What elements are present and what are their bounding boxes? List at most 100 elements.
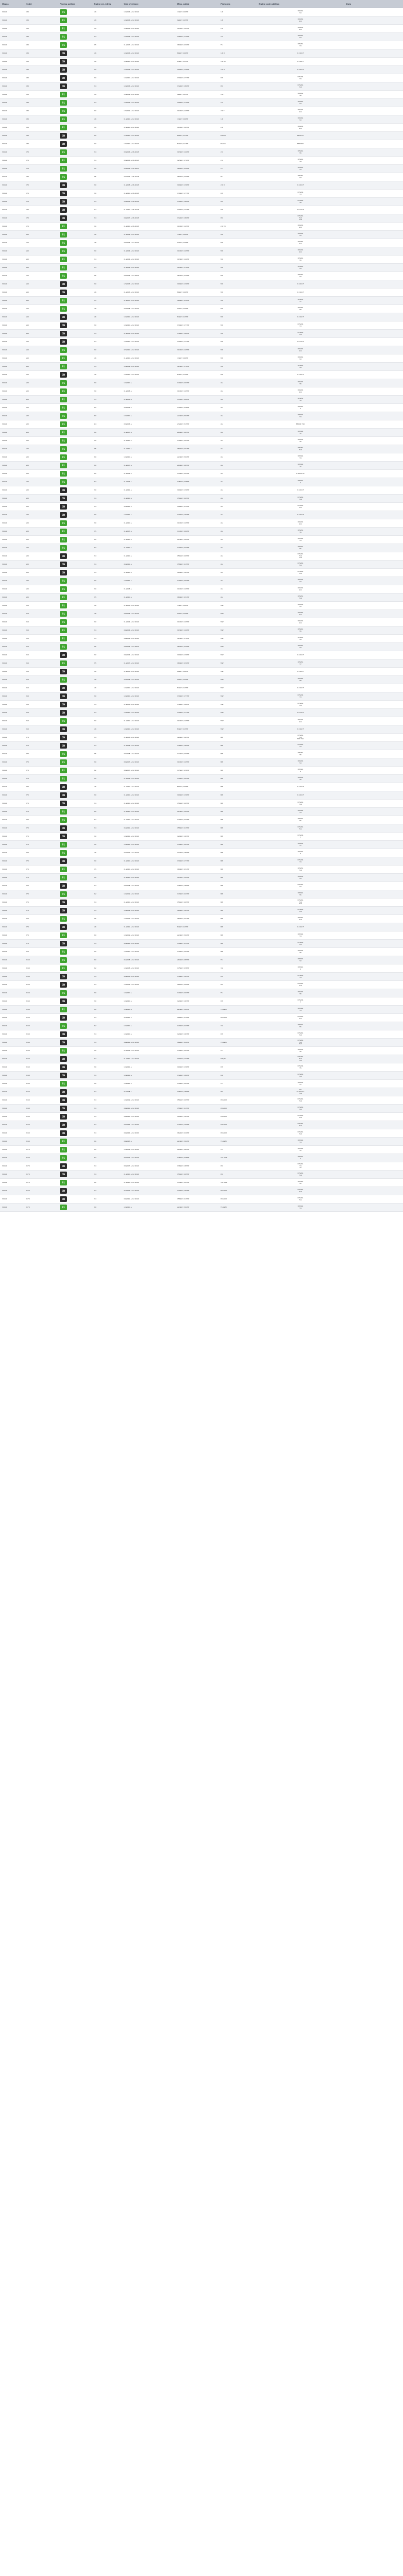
cell-platform: AS (219, 428, 257, 437)
engine-code-line: S11 (299, 588, 302, 591)
cell-date (344, 651, 403, 659)
cell-power: 132kW / 180HP (175, 329, 219, 338)
cell-model: V70 (24, 799, 58, 808)
cell-date (344, 272, 403, 280)
cell-year: 01.2009 → 12.2012 (122, 774, 175, 783)
pin-badge-green-icon: P1 (60, 125, 67, 130)
cell-year: 10.2006 → 12.2012 (122, 82, 175, 91)
cell-engine-volume: 2.4 (92, 741, 122, 750)
cell-engine-volume: 2.4 (92, 1112, 122, 1121)
cell-model: S80 (24, 568, 58, 577)
cell-engine-code: B 4164 S3 (257, 354, 344, 363)
cell-engine-volume: 2.4 (92, 626, 122, 635)
pin-badge-dark-icon: CN (60, 1015, 67, 1021)
cell-power: 149kW / 203HP (175, 989, 219, 997)
cell-platform: T5 (219, 164, 257, 173)
cell-date (344, 214, 403, 223)
engine-code-line: S5 (299, 893, 301, 896)
cell-power: 74kW / 100HP (175, 8, 219, 16)
pin-badge-dark-icon: CN (60, 982, 67, 988)
engine-code-line: T (300, 836, 301, 838)
cell-model: S80 (24, 461, 58, 470)
cell-year: 04.2014 → 12.2015 (122, 1038, 175, 1047)
cell-engine-volume: 2.0 (92, 774, 122, 783)
pin-badge-green-icon: P1 (60, 957, 67, 963)
cell-pinning: P1 (58, 115, 92, 124)
pin-badge-green-icon: P1 (60, 990, 67, 996)
engine-code-line: S8 (299, 679, 301, 682)
pin-badge-dark-icon: CN (60, 1163, 67, 1169)
cell-date (344, 890, 403, 899)
cell-year: 01.2010 → (122, 445, 175, 453)
cell-date (344, 964, 403, 973)
cell-engine-code: D 5244 T17 (257, 1121, 344, 1129)
cell-engine-volume: 1.6 (92, 725, 122, 734)
cell-pinning: P1 (58, 222, 92, 231)
cell-engine-volume: 3.0 (92, 1145, 122, 1154)
cell-pinning: P1 (58, 395, 92, 404)
cell-engine-code: D 5244 T10 (257, 1096, 344, 1105)
pin-badge-green-icon: P1 (60, 471, 67, 477)
cell-platform: MS (219, 313, 257, 321)
pin-badge-green-icon: P1 (60, 108, 67, 114)
cell-power: 158kW / 215HP (175, 1104, 219, 1113)
cell-year: 10.2009 → 12.2012 (122, 931, 175, 940)
cell-pinning: P1 (58, 461, 92, 470)
cell-engine-code: D 5244 T11 (257, 1104, 344, 1113)
cell-engine-code: D 4204 T (257, 486, 344, 495)
cell-pinning: P1 (58, 1046, 92, 1055)
engine-code-line: T2 (299, 959, 301, 962)
table-row: VOLVO XC60 CN 2.4 05.2008 → 136kW / 185HP D5 D5… (0, 1088, 403, 1096)
cell-date (344, 486, 403, 495)
cell-model: C30 (24, 115, 58, 124)
cell-brand: VOLVO (0, 684, 24, 692)
cell-platform: 2.0 F (219, 107, 257, 115)
cell-date (344, 832, 403, 841)
cell-date (344, 379, 403, 387)
engine-code-line: S3 (299, 234, 301, 236)
cell-model: V50 (24, 692, 58, 701)
pin-badge-green-icon: P1 (60, 1007, 67, 1012)
cell-brand: VOLVO (0, 980, 24, 989)
cell-power: 162kW / 220HP (175, 164, 219, 173)
cell-engine-volume: 2.0 (92, 436, 122, 445)
cell-pinning: CN (58, 692, 92, 701)
cell-engine-volume: 2.5 (92, 296, 122, 305)
table-row: VOLVO V50 P1 2.4 04.2004 → 12.2012 103kW / 14… (0, 626, 403, 635)
cell-date (344, 1154, 403, 1162)
pin-badge-green-icon: P1 (60, 817, 67, 823)
cell-platform: BW (219, 906, 257, 915)
cell-model: C70 (24, 222, 58, 231)
cell-engine-code: B 5254 T7 (257, 173, 344, 181)
cell-power: 210kW / 285HP (175, 956, 219, 964)
engine-code-line: D 4162 T (297, 315, 304, 318)
cell-brand: VOLVO (0, 469, 24, 478)
cell-brand: VOLVO (0, 774, 24, 783)
cell-model: S40 (24, 255, 58, 264)
cell-brand: VOLVO (0, 247, 24, 256)
cell-brand: VOLVO (0, 733, 24, 742)
table-row: VOLVO V70 P1 3.0 01.2010 → 12.2012 224kW / 30… (0, 807, 403, 816)
cell-engine-code: B 6324 S5 (257, 544, 344, 552)
cell-engine-volume: 2.4 (92, 700, 122, 709)
cell-pinning: CN (58, 725, 92, 734)
cell-date (344, 626, 403, 635)
engine-code-line: T10 (299, 918, 302, 921)
cell-engine-volume: 1.8 (92, 16, 122, 25)
table-row: VOLVO V50 P1 2.0 01.2010 → 12.2012 107kW / 14… (0, 717, 403, 725)
cell-platform: AS (219, 535, 257, 544)
cell-engine-volume: 2.4 (92, 98, 122, 107)
cell-model: V70 (24, 733, 58, 742)
cell-brand: VOLVO (0, 552, 24, 561)
pin-badge-green-icon: P1 (60, 949, 67, 955)
pin-badge-green-icon: P1 (60, 174, 67, 180)
cell-engine-volume: 0.0 (92, 131, 122, 140)
cell-brand: VOLVO (0, 140, 24, 148)
table-row: VOLVO XC60 CN 2.4 10.2009 → 12.2012 151kW / 2… (0, 980, 403, 989)
cell-engine-volume: 2.0 (92, 379, 122, 387)
cell-engine-volume: 2.0 (92, 65, 122, 74)
cell-brand: VOLVO (0, 906, 24, 915)
cell-date (344, 947, 403, 956)
cell-power: 179kW / 243HP (175, 544, 219, 552)
engine-code-line: T3 (299, 77, 301, 80)
